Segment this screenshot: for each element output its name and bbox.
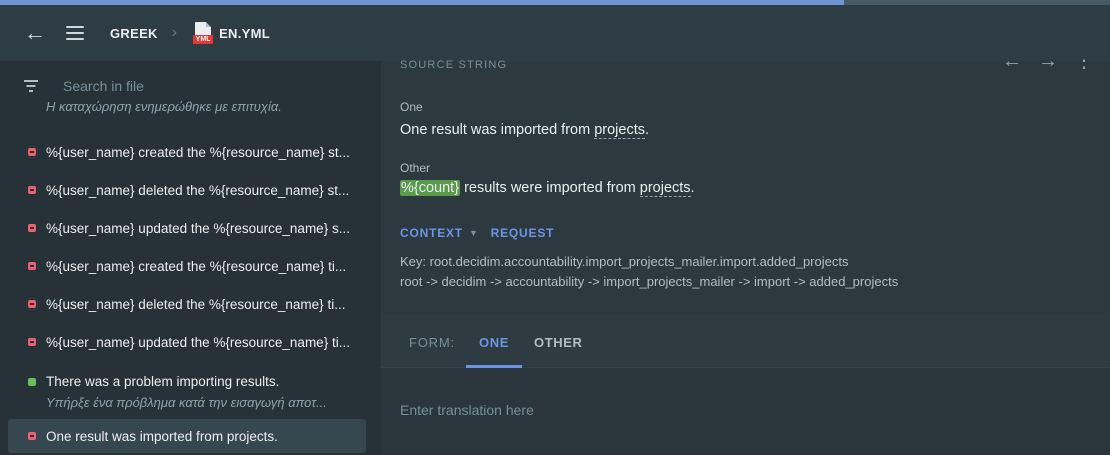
filter-icon[interactable]	[24, 80, 38, 92]
untranslated-status-icon	[28, 338, 36, 346]
untranslated-status-icon	[28, 148, 36, 156]
tab-form-one[interactable]: ONE	[479, 335, 509, 350]
list-item[interactable]: %{user_name} updated the %{resource_name…	[8, 323, 366, 361]
list-item-text: There was a problem importing results.	[46, 374, 280, 389]
string-key-path: root -> decidim -> accountability -> imp…	[400, 274, 899, 289]
list-item[interactable]: There was a problem importing results. Υ…	[8, 361, 366, 419]
context-tabs: CONTEXT ▼ REQUEST	[400, 226, 554, 240]
untranslated-status-icon	[28, 224, 36, 232]
top-bar: ← GREEK › YML EN.YML	[0, 5, 1110, 61]
list-item-text: %{user_name} updated the %{resource_name…	[46, 334, 350, 350]
editor-panel: SOURCE STRING ← → ⋮ One One result was i…	[381, 57, 1110, 455]
source-string-panel: SOURCE STRING ← → ⋮ One One result was i…	[381, 57, 1110, 314]
string-navigation: ← → ⋮	[1002, 57, 1094, 71]
source-string-title: SOURCE STRING	[400, 59, 508, 69]
search-input[interactable]	[63, 78, 343, 94]
list-item-translation: Η καταχώρηση ενημερώθηκε με επιτυχία.	[46, 99, 282, 114]
list-item-text: %{user_name} updated the %{resource_name…	[46, 220, 350, 236]
breadcrumb-file-name[interactable]: EN.YML	[219, 26, 270, 41]
tab-context[interactable]: CONTEXT	[400, 226, 463, 240]
string-list-sidebar: Η καταχώρηση ενημερώθηκε με επιτυχία. %{…	[0, 61, 369, 455]
breadcrumb-separator-icon: ›	[171, 24, 178, 41]
untranslated-status-icon	[28, 186, 36, 194]
plural-label-other: Other	[400, 161, 431, 175]
form-label: FORM:	[409, 335, 455, 350]
glossary-term[interactable]: projects	[594, 122, 645, 139]
yml-file-icon: YML	[193, 22, 214, 44]
untranslated-status-icon	[28, 432, 36, 440]
file-type-tag: YML	[193, 35, 214, 44]
translation-input[interactable]	[381, 368, 1110, 455]
list-item[interactable]: %{user_name} created the %{resource_name…	[8, 247, 366, 285]
translated-status-icon	[28, 378, 36, 386]
untranslated-status-icon	[28, 262, 36, 270]
list-item-text: One result was imported from projects.	[46, 428, 278, 444]
next-string-icon[interactable]: →	[1038, 57, 1058, 71]
list-item[interactable]: %{user_name} updated the %{resource_name…	[8, 209, 366, 247]
glossary-term[interactable]: projects	[639, 180, 691, 197]
list-item[interactable]: %{user_name} created the %{resource_name…	[8, 133, 366, 171]
plural-label-one: One	[400, 100, 423, 114]
untranslated-status-icon	[28, 300, 36, 308]
list-item-text: %{user_name} created the %{resource_name…	[46, 258, 347, 274]
list-item-text: %{user_name} created the %{resource_name…	[46, 144, 350, 160]
list-item[interactable]: %{user_name} deleted the %{resource_name…	[8, 171, 366, 209]
more-options-icon[interactable]: ⋮	[1074, 57, 1094, 71]
hamburger-icon[interactable]	[66, 26, 84, 40]
caret-down-icon[interactable]: ▼	[469, 228, 479, 238]
tab-form-other[interactable]: OTHER	[534, 335, 583, 350]
list-item-selected[interactable]: One result was imported from projects.	[8, 419, 366, 453]
source-text-other: %{count} results were imported from proj…	[400, 180, 695, 197]
string-key: Key: root.decidim.accountability.import_…	[400, 254, 849, 269]
plural-form-tabs: FORM: ONE OTHER	[381, 314, 1110, 368]
list-item-text: %{user_name} deleted the %{resource_name…	[46, 296, 346, 312]
list-item-translation: Υπήρξε ένα πρόβλημα κατά την εισαγωγή απ…	[46, 395, 327, 410]
previous-string-icon[interactable]: ←	[1002, 57, 1022, 71]
arrow-left-icon[interactable]: ←	[24, 22, 46, 44]
placeholder-token[interactable]: %{count}	[400, 180, 461, 196]
tab-request[interactable]: REQUEST	[491, 226, 555, 240]
source-text-one: One result was imported from projects.	[400, 122, 650, 139]
breadcrumb-language[interactable]: GREEK	[110, 26, 158, 41]
list-item[interactable]: %{user_name} deleted the %{resource_name…	[8, 285, 366, 323]
list-item-text: %{user_name} deleted the %{resource_name…	[46, 182, 350, 198]
